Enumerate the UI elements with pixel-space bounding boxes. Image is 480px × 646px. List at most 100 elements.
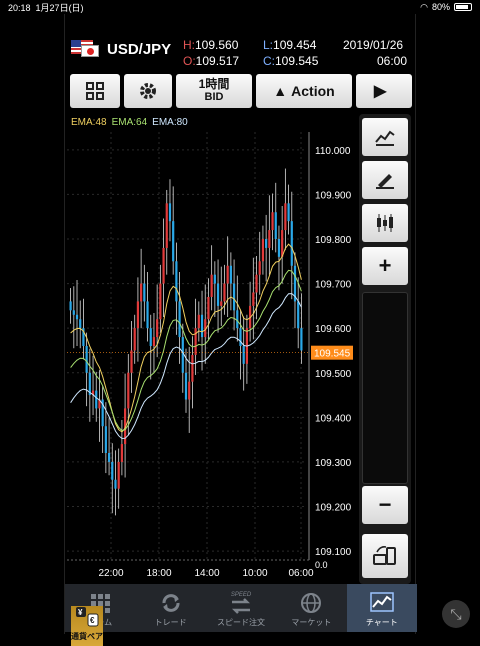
wifi-icon: ◠: [420, 1, 428, 12]
nav-market[interactable]: マーケット: [276, 584, 346, 632]
candle-body: [226, 265, 229, 284]
chart-type-button[interactable]: [362, 204, 408, 242]
close-price: C:109.545: [263, 54, 319, 68]
status-time: 20:18: [8, 2, 31, 13]
candle-body: [120, 444, 123, 462]
gear-icon: [140, 83, 156, 99]
candle-body: [271, 212, 274, 231]
chart-toolbar: 1時間 BID ▲ Action ▶: [70, 74, 412, 108]
globe-icon: [301, 593, 322, 613]
chart-icon: [370, 592, 394, 612]
zoom-in-button[interactable]: +: [362, 247, 408, 285]
candle-body: [287, 203, 290, 222]
currency-pair[interactable]: USD/JPY: [71, 40, 171, 58]
nav-speed-order[interactable]: SPEED スピード注文: [206, 584, 276, 632]
candle-body: [175, 261, 178, 302]
play-button[interactable]: ▶: [356, 74, 412, 108]
candle-body: [146, 301, 149, 329]
low-price: L:109.454: [263, 38, 317, 52]
current-price-label: 109.545: [314, 349, 351, 360]
candle-body: [194, 328, 197, 355]
nav-chart-label: チャート: [365, 618, 398, 627]
bottom-nav: ホーム トレード SPEED スピード注文 マーケット チャート ¥€ 通貨ペア: [65, 584, 418, 646]
candle-body: [197, 314, 200, 329]
y-tick-label: 109.700: [315, 280, 352, 291]
candle-body: [297, 301, 300, 329]
candle-body: [85, 346, 88, 373]
candle-body: [117, 461, 120, 489]
candle-body: [274, 212, 277, 239]
x-tick-label: 18:00: [146, 568, 171, 579]
draw-button[interactable]: [362, 161, 408, 199]
candle-body: [191, 354, 194, 382]
speed-order-icon: [231, 598, 251, 614]
candle-body: [207, 296, 210, 320]
currency-pair-icon: ¥€: [76, 607, 99, 627]
candle-body: [114, 479, 117, 489]
y-tick-label: 109.500: [315, 369, 352, 380]
nav-trade[interactable]: トレード: [135, 584, 205, 632]
candle-body: [156, 319, 159, 338]
candle-body: [143, 283, 146, 302]
candle-body: [268, 230, 271, 248]
nav-pair-label: 通貨ペア: [71, 632, 103, 641]
candle-body: [290, 221, 293, 266]
candle-body: [136, 301, 140, 329]
timeframe-button[interactable]: 1時間 BID: [176, 74, 252, 108]
line-chart-icon: [375, 130, 395, 146]
open-price: O:109.517: [183, 54, 240, 68]
layout-button[interactable]: [70, 74, 120, 108]
y-tick-label: 109.100: [315, 547, 352, 558]
grid-icon: [86, 82, 104, 100]
candle-body: [130, 350, 133, 373]
bar-time: 06:00: [377, 54, 408, 68]
candle-body: [232, 283, 236, 311]
candle-body: [165, 203, 168, 248]
y-tick-label: 109.300: [315, 458, 352, 469]
zoom-out-button[interactable]: −: [362, 486, 408, 524]
y-tick-label: 109.600: [315, 324, 352, 335]
x-tick-label: 10:00: [242, 568, 267, 579]
candle-body: [162, 247, 165, 284]
pencil-icon: [376, 174, 394, 189]
rotate-button[interactable]: [362, 534, 408, 578]
candle-body: [300, 328, 303, 351]
candle-body: [220, 301, 223, 306]
pair-label: USD/JPY: [107, 40, 172, 58]
play-icon: ▶: [374, 83, 387, 100]
candle-body: [223, 283, 226, 302]
status-date: 1月27日(日): [35, 2, 84, 13]
action-button[interactable]: ▲ Action: [256, 74, 352, 108]
nav-currency-pair[interactable]: ¥ € 通貨ペア: [71, 606, 103, 646]
candle-body: [127, 372, 130, 409]
candle-body: [229, 265, 232, 284]
price-type-label: BID: [204, 91, 224, 103]
candle-body: [159, 283, 162, 320]
collapse-icon[interactable]: ⤡: [442, 600, 470, 628]
timeframe-label: 1時間: [198, 77, 230, 91]
settings-button[interactable]: [124, 74, 172, 108]
refresh-icon: [162, 594, 180, 612]
svg-text:€: €: [90, 616, 95, 625]
zero-label: 0.0: [315, 560, 328, 570]
candle-body: [284, 203, 287, 231]
nav-chart[interactable]: チャート: [346, 584, 418, 632]
candle-body: [149, 328, 152, 346]
triangle-up-icon: ▲: [273, 83, 288, 99]
svg-text:¥: ¥: [78, 608, 83, 617]
candle-body: [104, 426, 107, 453]
candle-body: [133, 328, 136, 351]
app-screen: USD/JPY H:109.560 O:109.517 L:109.454 C:…: [64, 14, 418, 646]
candle-body: [178, 301, 181, 338]
nav-trade-label: トレード: [154, 618, 187, 627]
candle-body: [75, 314, 79, 320]
zoom-track[interactable]: [362, 292, 408, 484]
bar-date: 2019/01/26: [343, 38, 404, 52]
nav-speed-label: スピード注文: [217, 618, 266, 627]
candle-body: [242, 346, 245, 364]
x-tick-label: 14:00: [194, 568, 219, 579]
candle-body: [277, 239, 281, 257]
rotate-screen-icon: [373, 546, 396, 565]
indicator-button[interactable]: [362, 118, 408, 156]
candle-body: [181, 337, 184, 373]
